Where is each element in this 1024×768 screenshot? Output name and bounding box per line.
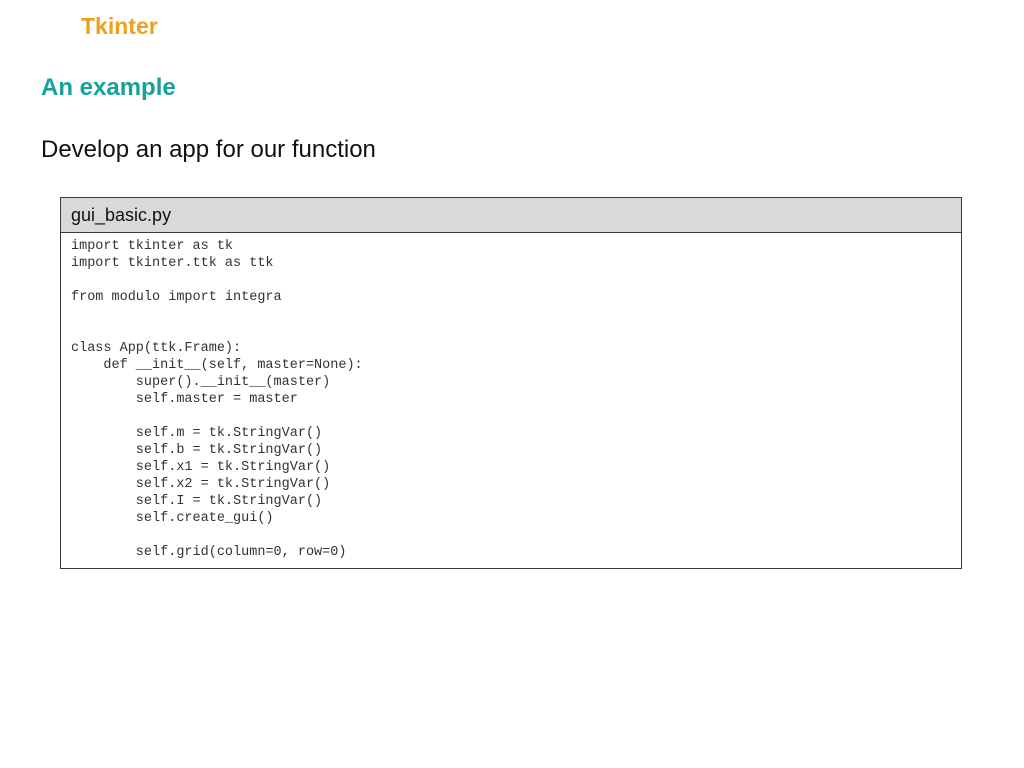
section-title: An example [41,74,176,101]
header-title: Tkinter [81,13,158,39]
code-listing: gui_basic.py import tkinter as tk import… [60,197,962,569]
slide-subtitle: Develop an app for our function [41,136,376,163]
code-filename: gui_basic.py [61,198,961,233]
code-source: import tkinter as tk import tkinter.ttk … [71,239,363,560]
